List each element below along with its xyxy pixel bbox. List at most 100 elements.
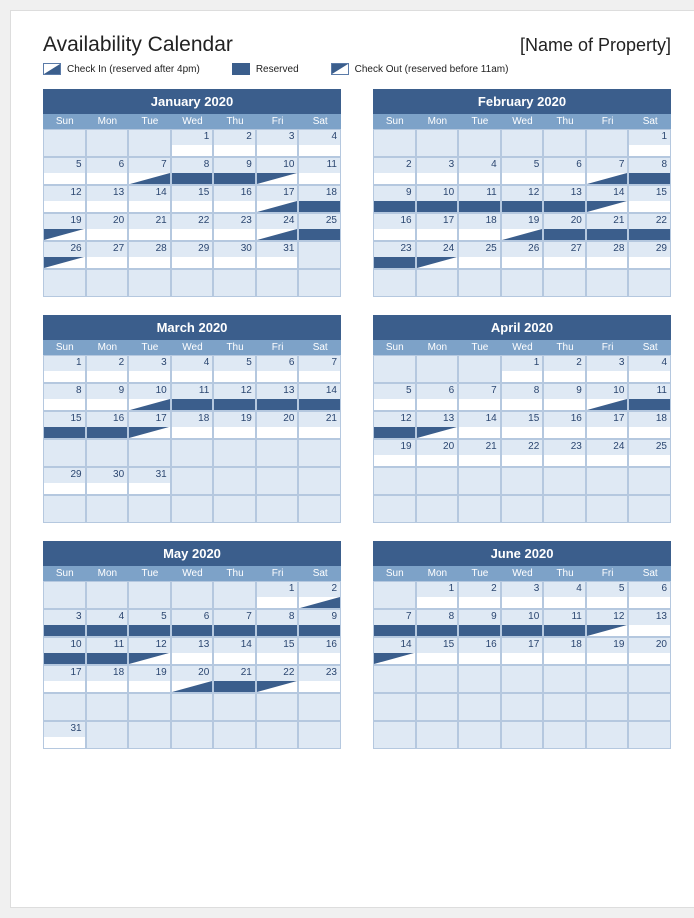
status-bar bbox=[129, 201, 170, 212]
day-number: 18 bbox=[113, 667, 124, 678]
day-number: 9 bbox=[119, 385, 125, 396]
status-bar bbox=[374, 455, 415, 466]
dow-label: Tue bbox=[458, 566, 501, 581]
day-number: 7 bbox=[491, 385, 497, 396]
status-bar bbox=[544, 597, 585, 608]
day-number: 24 bbox=[443, 243, 454, 254]
dow-label: Sat bbox=[628, 566, 671, 581]
day-cell bbox=[501, 269, 544, 297]
day-cell bbox=[543, 665, 586, 693]
day-number: 13 bbox=[198, 639, 209, 650]
day-cell: 20 bbox=[256, 411, 299, 439]
status-bar bbox=[214, 229, 255, 240]
month-block: January 2020SunMonTueWedThuFriSat1234567… bbox=[43, 89, 341, 297]
status-bar bbox=[129, 625, 170, 636]
status-bar bbox=[214, 371, 255, 382]
day-number: 15 bbox=[70, 413, 81, 424]
day-cell: 31 bbox=[128, 467, 171, 495]
day-cell: 23 bbox=[298, 665, 341, 693]
day-cell bbox=[501, 467, 544, 495]
status-bar bbox=[129, 483, 170, 494]
day-number: 24 bbox=[613, 441, 624, 452]
day-cell: 23 bbox=[373, 241, 416, 269]
day-cell bbox=[43, 495, 86, 523]
day-number: 3 bbox=[161, 357, 167, 368]
day-cell bbox=[171, 467, 214, 495]
day-cell bbox=[256, 693, 299, 721]
day-cell: 15 bbox=[628, 185, 671, 213]
status-bar bbox=[44, 371, 85, 382]
day-number: 2 bbox=[576, 357, 582, 368]
dow-label: Sun bbox=[43, 566, 86, 581]
day-number: 3 bbox=[619, 357, 625, 368]
dow-label: Tue bbox=[458, 340, 501, 355]
status-bar bbox=[544, 201, 585, 212]
day-cell: 21 bbox=[458, 439, 501, 467]
checkin-icon bbox=[43, 63, 61, 75]
day-number: 11 bbox=[327, 159, 337, 170]
day-cell: 19 bbox=[43, 213, 86, 241]
day-number: 21 bbox=[156, 215, 167, 226]
day-number: 11 bbox=[571, 611, 581, 622]
status-bar bbox=[544, 257, 585, 268]
dow-row: SunMonTueWedThuFriSat bbox=[373, 566, 671, 581]
month-block: February 2020SunMonTueWedThuFriSat123456… bbox=[373, 89, 671, 297]
day-cell bbox=[586, 269, 629, 297]
status-bar bbox=[87, 371, 128, 382]
status-bar bbox=[44, 399, 85, 410]
day-cell bbox=[586, 129, 629, 157]
day-cell bbox=[416, 129, 459, 157]
day-cell: 7 bbox=[298, 355, 341, 383]
status-bar bbox=[544, 653, 585, 664]
day-number: 4 bbox=[491, 159, 497, 170]
status-bar bbox=[374, 427, 415, 438]
day-cell bbox=[458, 721, 501, 749]
day-cell: 11 bbox=[458, 185, 501, 213]
day-cell: 13 bbox=[171, 637, 214, 665]
day-number: 14 bbox=[241, 639, 252, 650]
week-row: 891011121314 bbox=[43, 383, 341, 411]
day-number: 14 bbox=[486, 413, 497, 424]
day-cell bbox=[171, 269, 214, 297]
day-cell: 12 bbox=[128, 637, 171, 665]
day-number: 10 bbox=[443, 187, 454, 198]
day-number: 11 bbox=[199, 385, 209, 396]
day-number: 23 bbox=[571, 441, 582, 452]
day-number: 12 bbox=[70, 187, 81, 198]
day-number: 6 bbox=[119, 159, 125, 170]
dow-label: Sat bbox=[628, 340, 671, 355]
status-bar bbox=[544, 371, 585, 382]
day-cell: 14 bbox=[586, 185, 629, 213]
status-bar bbox=[299, 625, 340, 636]
day-cell: 2 bbox=[458, 581, 501, 609]
month-title: June 2020 bbox=[373, 541, 671, 566]
status-bar bbox=[214, 625, 255, 636]
day-cell: 8 bbox=[628, 157, 671, 185]
day-cell bbox=[298, 693, 341, 721]
day-number: 15 bbox=[656, 187, 667, 198]
day-cell bbox=[458, 495, 501, 523]
day-cell: 8 bbox=[171, 157, 214, 185]
day-number: 14 bbox=[613, 187, 624, 198]
dow-label: Thu bbox=[543, 566, 586, 581]
dow-label: Tue bbox=[458, 114, 501, 129]
legend: Check In (reserved after 4pm) Reserved C… bbox=[43, 63, 671, 75]
day-number: 26 bbox=[528, 243, 539, 254]
day-cell: 14 bbox=[128, 185, 171, 213]
checkout-icon bbox=[331, 63, 349, 75]
day-cell: 16 bbox=[373, 213, 416, 241]
status-bar bbox=[417, 173, 458, 184]
day-cell: 1 bbox=[501, 355, 544, 383]
day-number: 18 bbox=[326, 187, 337, 198]
day-cell: 21 bbox=[298, 411, 341, 439]
day-cell bbox=[171, 693, 214, 721]
day-cell: 26 bbox=[501, 241, 544, 269]
day-cell bbox=[128, 129, 171, 157]
day-number: 8 bbox=[449, 611, 455, 622]
day-number: 29 bbox=[70, 469, 81, 480]
status-bar bbox=[587, 427, 628, 438]
status-bar bbox=[257, 625, 298, 636]
day-number: 16 bbox=[571, 413, 582, 424]
status-bar bbox=[417, 427, 458, 438]
day-cell: 16 bbox=[298, 637, 341, 665]
